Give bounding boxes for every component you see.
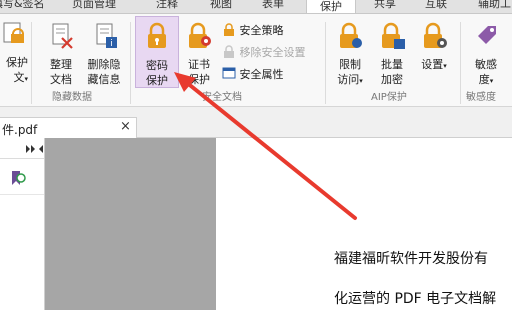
- annotation-arrow: [174, 72, 357, 220]
